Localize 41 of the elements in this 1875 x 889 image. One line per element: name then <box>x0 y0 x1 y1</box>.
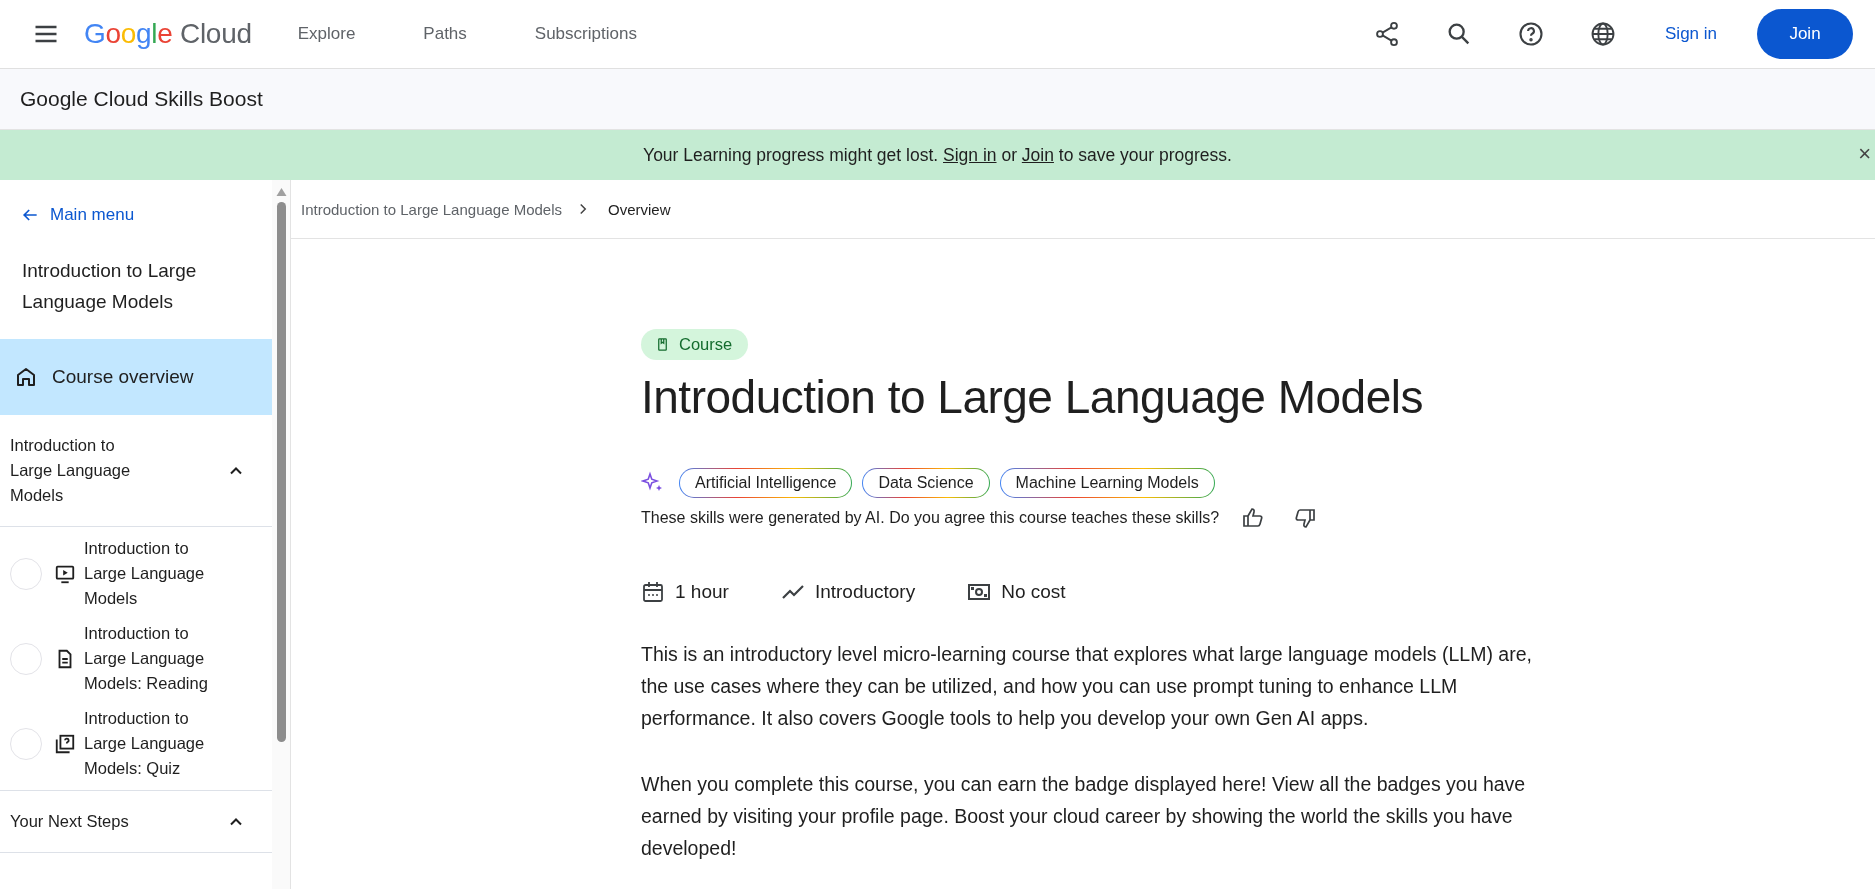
join-button[interactable]: Join <box>1757 9 1853 59</box>
course-title: Introduction to Large Language Models <box>641 370 1424 424</box>
sign-in-link[interactable]: Sign in <box>1665 24 1717 44</box>
scrollbar-thumb[interactable] <box>276 202 286 742</box>
globe-icon[interactable] <box>1589 20 1617 48</box>
description-paragraph: When you complete this course, you can earn the badge displayed here! View all the badges you have earned by visiting your profile page. Boost your cloud career by showing the world the skills you have developed! <box>641 772 1527 861</box>
lesson-link[interactable]: Introduction to Large Language Models <box>84 536 224 611</box>
course-title: Introduction to Large Language Models <box>21 259 198 314</box>
fact-text: 1 hour <box>675 581 729 603</box>
skill-chip[interactable]: Machine Learning Models <box>999 468 1215 498</box>
share-icon[interactable] <box>1373 20 1401 48</box>
quiz-icon <box>54 732 76 755</box>
nav-link[interactable]: Explore <box>297 24 356 44</box>
breadcrumb-link[interactable]: Overview <box>608 200 671 218</box>
home-icon <box>14 365 38 389</box>
join-link[interactable]: Join <box>1021 144 1054 165</box>
banner-text: Your Learning progress might get lost. Sign in or Join to save your progress. <box>643 144 1232 166</box>
lesson-link[interactable]: Introduction to Large Language Models: Quiz <box>84 706 224 781</box>
skills-note: These skills were generated by AI. Do you agree this course teaches these skills? <box>641 509 1220 527</box>
site-title: Google Cloud Skills Boost <box>20 87 263 111</box>
fact-text: No cost <box>1001 581 1066 603</box>
skill-chip[interactable]: Artificial Intelligence <box>679 468 853 498</box>
description-paragraph: This is an introductory level micro-learning course that explores what large language models (LLM) are, the use cases where they can be utilized, and how you can use prompt tuning to enhance LLM performance. It also covers Google tools to help you develop your own Gen AI apps. <box>641 642 1533 731</box>
thumbs-down-icon[interactable] <box>1293 506 1318 530</box>
section-title: Your Next Steps <box>10 811 130 832</box>
course-badge: Course <box>641 329 749 360</box>
nav-link[interactable]: Paths <box>423 24 467 44</box>
thumbs-up-icon[interactable] <box>1241 506 1266 530</box>
section-title: Introduction to Large Language Models <box>10 435 132 506</box>
close-button[interactable]: × <box>1854 143 1875 165</box>
main-menu-link[interactable]: Main menu <box>0 180 272 225</box>
help-icon[interactable] <box>1517 20 1545 48</box>
logo[interactable]: Google Cloud <box>84 18 252 50</box>
sign-in-link[interactable]: Sign in <box>943 144 997 165</box>
lesson-link[interactable]: Introduction to Large Language Models: Reading <box>84 621 224 696</box>
breadcrumb-link[interactable]: Introduction to Large Language Models <box>301 200 563 218</box>
nav-link[interactable]: Subscriptions <box>534 24 637 44</box>
course-overview-item[interactable]: Course overview <box>0 339 272 415</box>
fact-text: Introductory <box>814 581 916 603</box>
skill-chip[interactable]: Data Science <box>862 468 990 498</box>
calendar-icon <box>641 580 665 604</box>
